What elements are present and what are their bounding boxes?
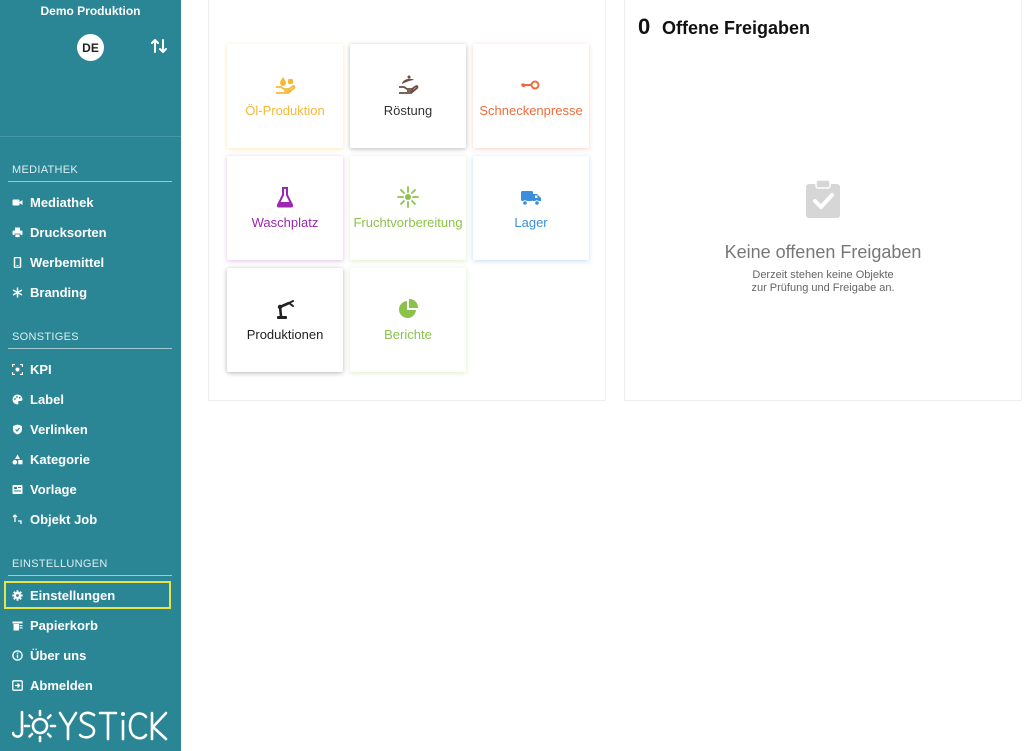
sidebar-item-drucksorten[interactable]: Drucksorten — [4, 218, 171, 246]
tile-label: Fruchtvorbereitung — [353, 215, 463, 230]
pie-chart-icon — [399, 298, 419, 318]
oil-hand-icon — [276, 77, 296, 94]
sidebar-item-label: Kategorie — [30, 451, 90, 467]
section-divider — [8, 575, 172, 576]
tile-berichte[interactable]: Berichte — [350, 268, 466, 372]
language-switcher[interactable]: DE — [77, 34, 104, 61]
sidebar-item-label: Objekt Job — [30, 511, 98, 527]
sidebar-item-label: KPI — [30, 361, 52, 377]
tile-label: Lager — [514, 215, 548, 230]
truck-icon — [521, 191, 541, 206]
tile-label: Berichte — [384, 327, 432, 342]
sidebar-item-label: Branding — [30, 284, 88, 300]
tile-label: Öl-Produktion — [245, 103, 325, 118]
sidebar-item-kpi[interactable]: KPI — [4, 355, 171, 383]
sidebar-item-einstellungen[interactable]: Einstellungen — [4, 581, 171, 609]
sidebar-item-werbemittel[interactable]: Werbemittel — [4, 248, 171, 276]
sidebar-item-verlinken[interactable]: Verlinken — [4, 415, 171, 443]
tile-fruchtvorbereitung[interactable]: Fruchtvorbereitung — [350, 156, 466, 260]
tile-lager[interactable]: Lager — [473, 156, 589, 260]
sidebar-item-label: Mediathek — [30, 194, 94, 210]
sidebar-item-vorlage[interactable]: Vorlage — [4, 475, 171, 503]
sidebar-item-kategorie[interactable]: Kategorie — [4, 445, 171, 473]
key-icon — [521, 80, 540, 90]
sidebar-item-abmelden[interactable]: Abmelden — [4, 671, 171, 699]
sidebar-item-label: Abmelden — [30, 677, 93, 693]
tile-waschplatz[interactable]: Waschplatz — [227, 156, 343, 260]
mobile-icon — [12, 256, 23, 268]
sidebar: Demo Produktion DE MEDIATHEK Mediathek D… — [0, 0, 181, 751]
clipboard-check-icon — [806, 179, 840, 218]
sidebar-item-papierkorb[interactable]: Papierkorb — [4, 611, 171, 639]
tile-oel-produktion[interactable]: Öl-Produktion — [227, 44, 343, 148]
sidebar-item-mediathek[interactable]: Mediathek — [4, 188, 171, 216]
section-title-mediathek: MEDIATHEK — [12, 164, 79, 176]
tile-label: Produktionen — [246, 327, 324, 342]
empty-state-line: Derzeit stehen keine Objekte — [752, 269, 894, 281]
approvals-title: Offene Freigaben — [662, 18, 811, 38]
shield-icon — [12, 424, 23, 435]
info-icon — [12, 649, 23, 661]
org-name: Demo Produktion — [40, 4, 141, 18]
tile-label: Schneckenpresse — [479, 103, 583, 118]
sidebar-item-branding[interactable]: Branding — [4, 278, 171, 306]
sparkle-icon — [397, 186, 419, 208]
tile-produktionen[interactable]: Produktionen — [227, 268, 343, 372]
sidebar-item-label: Papierkorb — [30, 617, 98, 633]
snowflake-icon — [12, 287, 23, 298]
empty-state-line: zur Prüfung und Freigabe an. — [751, 282, 895, 294]
shapes-icon — [12, 454, 23, 465]
sidebar-item-label: Vorlage — [30, 481, 77, 497]
sidebar-item-objekt-job[interactable]: Objekt Job — [4, 505, 171, 533]
swap-icon[interactable] — [150, 36, 168, 56]
sidebar-header: Demo Produktion DE — [0, 0, 181, 136]
sidebar-item-label: Verlinken — [30, 421, 88, 437]
template-icon — [12, 484, 23, 495]
tile-label: Röstung — [383, 103, 433, 118]
robot-arm-icon — [277, 300, 294, 319]
logout-icon — [12, 679, 23, 691]
sidebar-item-ueber-uns[interactable]: Über uns — [4, 641, 171, 669]
sidebar-item-label: Einstellungen — [30, 587, 116, 603]
roast-hand-icon — [399, 75, 419, 94]
flask-icon — [276, 187, 294, 208]
trash-icon — [12, 620, 23, 631]
sidebar-item-label: Werbemittel — [30, 254, 105, 270]
section-title-einstellungen: EINSTELLUNGEN — [12, 558, 108, 570]
video-camera-icon — [12, 197, 23, 208]
tile-label: Waschplatz — [251, 215, 319, 230]
section-divider — [8, 348, 172, 349]
empty-state-description: Derzeit stehen keine Objekte zur Prüfung… — [624, 269, 1022, 295]
sidebar-divider — [0, 136, 181, 137]
tile-roestung[interactable]: Röstung — [350, 44, 466, 148]
empty-state-title: Keine offenen Freigaben — [724, 242, 922, 262]
sidebar-item-label-text: Label — [30, 391, 64, 407]
section-divider — [8, 181, 172, 182]
printer-icon — [12, 227, 23, 238]
joystick-logo — [12, 709, 168, 743]
tile-schneckenpresse[interactable]: Schneckenpresse — [473, 44, 589, 148]
sidebar-item-label[interactable]: Label — [4, 385, 171, 413]
section-title-sonstiges: SONSTIGES — [12, 331, 79, 343]
palette-icon — [12, 393, 23, 405]
target-icon — [12, 363, 23, 375]
approvals-count: 0 — [638, 14, 651, 39]
sidebar-item-label: Über uns — [30, 647, 87, 663]
gear-icon — [12, 589, 23, 601]
job-icon — [12, 513, 23, 525]
sidebar-item-label: Drucksorten — [30, 224, 107, 240]
